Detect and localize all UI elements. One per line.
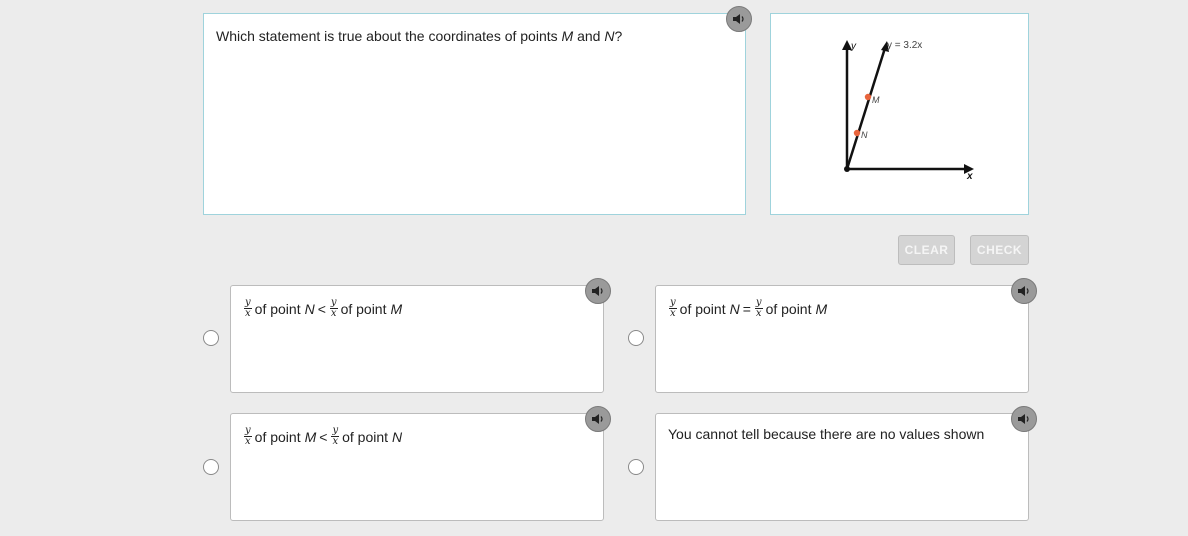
option-1-audio-button[interactable] xyxy=(585,278,611,304)
point-n xyxy=(853,129,861,137)
option-1-text: yx of point N < yx of point M xyxy=(244,297,403,319)
x-axis-label: x xyxy=(966,171,973,182)
figure-panel: y x y = 3.2x M N xyxy=(770,13,1029,215)
fraction-y-over-x: yx xyxy=(244,297,252,319)
option-4-radio[interactable] xyxy=(628,459,644,475)
option-4-card[interactable]: You cannot tell because there are no val… xyxy=(655,413,1029,521)
point-m-label: M xyxy=(872,95,880,105)
speaker-icon xyxy=(733,14,744,24)
option-4-text: You cannot tell because there are no val… xyxy=(668,426,985,442)
question-point-n: N xyxy=(604,28,615,44)
question-audio-button[interactable] xyxy=(726,6,752,32)
option-4-audio-button[interactable] xyxy=(1011,406,1037,432)
question-text: Which statement is true about the coordi… xyxy=(216,28,622,44)
y-axis-label: y xyxy=(850,41,857,52)
point-m xyxy=(864,93,872,101)
speaker-icon xyxy=(1018,286,1029,296)
speaker-icon xyxy=(592,286,603,296)
option-2-audio-button[interactable] xyxy=(1011,278,1037,304)
check-button[interactable]: CHECK xyxy=(970,235,1029,265)
clear-button[interactable]: CLEAR xyxy=(898,235,955,265)
fraction-y-over-x: yx xyxy=(329,297,338,319)
point-n-label: N xyxy=(861,130,868,140)
option-2-card[interactable]: yx of point N = yx of point M xyxy=(655,285,1029,393)
speaker-icon xyxy=(592,414,603,424)
option-1-card[interactable]: yx of point N < yx of point M xyxy=(230,285,604,393)
speaker-icon xyxy=(1018,414,1029,424)
question-conj: and xyxy=(577,28,601,44)
fraction-y-over-x: yx xyxy=(669,297,677,319)
option-3-card[interactable]: yx of point M < yx of point N xyxy=(230,413,604,521)
fraction-y-over-x: yx xyxy=(331,425,340,447)
option-2-text: yx of point N = yx of point M xyxy=(669,297,828,319)
option-2-radio[interactable] xyxy=(628,330,644,346)
question-panel: Which statement is true about the coordi… xyxy=(203,13,746,215)
line-equation-label: y = 3.2x xyxy=(887,40,922,51)
question-prefix: Which statement is true about the coordi… xyxy=(216,28,558,44)
option-1-radio[interactable] xyxy=(203,330,219,346)
fraction-y-over-x: yx xyxy=(244,425,252,447)
question-suffix: ? xyxy=(614,28,623,44)
fraction-y-over-x: yx xyxy=(754,297,763,319)
option-3-radio[interactable] xyxy=(203,459,219,475)
question-point-m: M xyxy=(561,28,574,44)
option-3-text: yx of point M < yx of point N xyxy=(244,425,403,447)
graph-line xyxy=(845,47,887,170)
option-3-audio-button[interactable] xyxy=(585,406,611,432)
graph-figure: y x y = 3.2x M N xyxy=(842,40,974,182)
